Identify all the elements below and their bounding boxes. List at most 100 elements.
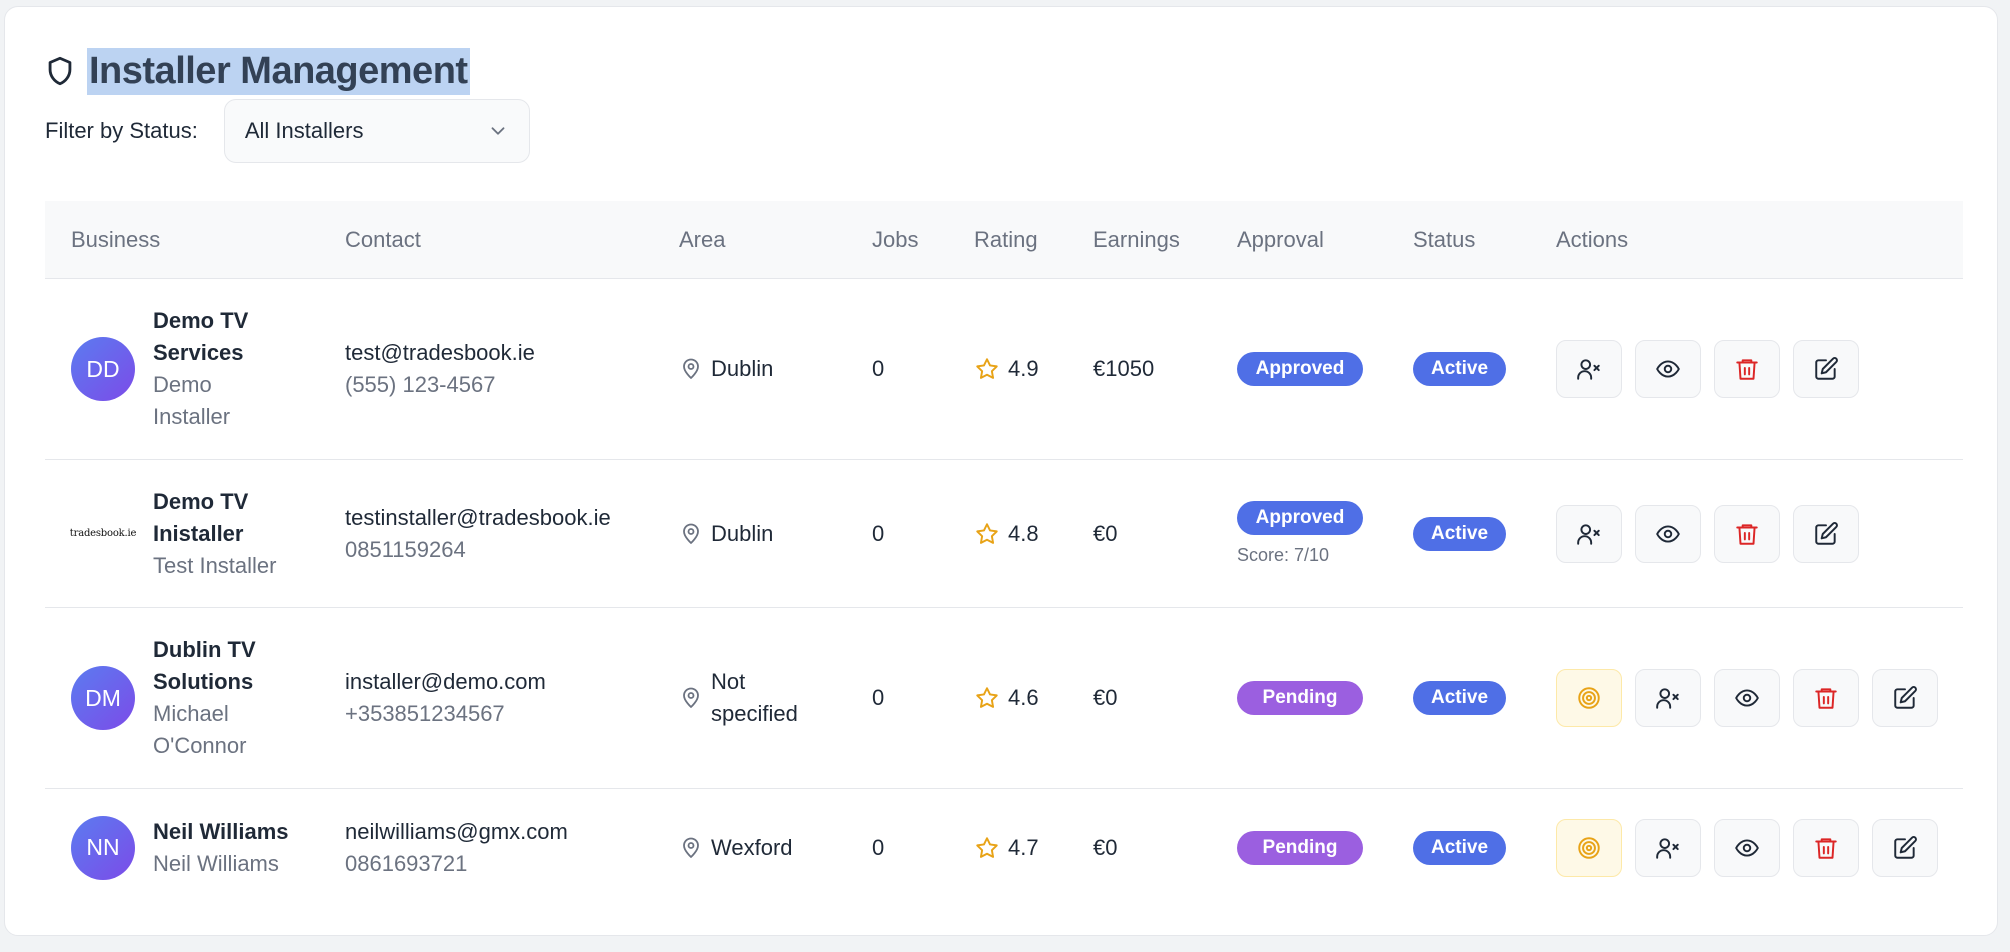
delete-button[interactable]	[1793, 669, 1859, 727]
edit-icon	[1894, 686, 1917, 709]
eye-icon	[1656, 524, 1680, 543]
actions-cell	[1556, 608, 1976, 788]
contact-phone: 0851159264	[345, 536, 466, 562]
approval-cell: Approved Score: 7/10	[1237, 460, 1387, 607]
trash-icon	[1815, 837, 1837, 859]
installer-management-card: Installer Management Filter by Status: A…	[4, 6, 1998, 936]
delete-button[interactable]	[1793, 818, 1859, 877]
approval-badge: Approved	[1237, 352, 1363, 386]
view-button[interactable]	[1635, 340, 1701, 398]
filter-row: Filter by Status: All Installers	[45, 99, 530, 163]
avatar: DM	[71, 666, 135, 730]
user-x-icon	[1656, 837, 1679, 859]
rating-cell: 4.8	[974, 460, 1074, 607]
view-button[interactable]	[1714, 669, 1780, 727]
approval-badge: Approved	[1237, 501, 1363, 535]
col-actions: Actions	[1556, 226, 1629, 252]
edit-button[interactable]	[1793, 340, 1859, 398]
col-area: Area	[679, 226, 726, 252]
status-filter-select[interactable]: All Installers	[223, 99, 530, 163]
map-pin-icon	[683, 523, 699, 544]
jobs-count: 0	[872, 520, 885, 546]
business-name-cont: Services	[153, 340, 244, 365]
user-x-icon	[1656, 688, 1679, 709]
contact-cell: installer@demo.com +353851234567	[345, 608, 665, 788]
status-badge: Active	[1413, 830, 1506, 865]
edit-button[interactable]	[1872, 669, 1938, 727]
view-button[interactable]	[1714, 818, 1780, 877]
area-name: Dublin	[711, 356, 774, 381]
actions-cell	[1556, 460, 1976, 607]
edit-button[interactable]	[1872, 818, 1938, 877]
contact-cell: neilwilliams@gmx.com 0861693721	[345, 789, 665, 906]
score-button[interactable]	[1556, 818, 1622, 877]
deactivate-button[interactable]	[1556, 504, 1622, 563]
rating-value: 4.6	[1008, 685, 1039, 710]
edit-icon	[1815, 521, 1838, 545]
avatar: NN	[71, 815, 135, 880]
eye-icon	[1656, 360, 1680, 378]
col-jobs: Jobs	[872, 226, 919, 252]
area-cell: Dublin	[679, 279, 829, 459]
status-filter-value: All Installers	[244, 118, 364, 143]
contact-email: installer@demo.com	[345, 669, 546, 694]
business-cell: DD Demo TV Services Demo Installer	[71, 279, 321, 459]
contact-phone: 0861693721	[345, 850, 468, 876]
star-icon	[976, 358, 998, 379]
col-status: Status	[1413, 226, 1476, 252]
business-name-cont: Inistaller	[153, 520, 244, 546]
col-earnings: Earnings	[1093, 226, 1180, 252]
avatar: DD	[71, 337, 135, 401]
col-contact: Contact	[345, 226, 421, 252]
delete-button[interactable]	[1714, 504, 1780, 563]
business-name: Demo TV	[153, 308, 249, 333]
area-cell: Wexford	[679, 789, 829, 906]
area-cell: Dublin	[679, 460, 829, 607]
trash-icon	[1736, 523, 1758, 545]
rating-value: 4.7	[1008, 834, 1039, 860]
contact-cell: testinstaller@tradesbook.ie 0851159264	[345, 460, 665, 607]
contact-cell: test@tradesbook.ie (555) 123-4567	[345, 279, 665, 459]
rating-cell: 4.7	[974, 789, 1074, 906]
deactivate-button[interactable]	[1556, 340, 1622, 398]
star-icon	[976, 687, 998, 708]
approval-badge: Pending	[1237, 681, 1363, 715]
contact-phone: +353851234567	[345, 701, 505, 726]
view-button[interactable]	[1635, 504, 1701, 563]
edit-icon	[1894, 835, 1917, 859]
deactivate-button[interactable]	[1635, 818, 1701, 877]
actions-cell	[1556, 279, 1976, 459]
col-business: Business	[71, 226, 161, 252]
approval-badge: Pending	[1237, 830, 1363, 865]
delete-button[interactable]	[1714, 340, 1780, 398]
star-icon	[976, 522, 998, 544]
area-name: Not	[711, 669, 746, 694]
page-title: Installer Management	[87, 47, 470, 95]
target-icon	[1578, 687, 1600, 709]
deactivate-button[interactable]	[1635, 669, 1701, 727]
eye-icon	[1735, 838, 1759, 857]
status-cell: Active	[1413, 789, 1533, 906]
score-button[interactable]	[1556, 669, 1622, 727]
approval-cell: Approved	[1237, 279, 1387, 459]
col-approval: Approval	[1237, 226, 1324, 252]
trash-icon	[1815, 688, 1837, 709]
edit-button[interactable]	[1793, 504, 1859, 563]
earnings-value: €1050	[1093, 356, 1155, 381]
contact-email: neilwilliams@gmx.com	[345, 818, 568, 844]
installers-table: Business Contact Area Jobs Rating Earnin…	[45, 201, 1963, 906]
rating-value: 4.9	[1008, 356, 1039, 381]
filter-label: Filter by Status:	[45, 118, 198, 143]
contact-email: test@tradesbook.ie	[345, 340, 535, 365]
jobs-count: 0	[872, 834, 885, 860]
business-contact-person: Michael	[153, 701, 229, 726]
business-logo: tradesbook.ie	[69, 528, 137, 539]
trash-icon	[1736, 359, 1758, 380]
business-contact-person: Demo	[153, 372, 212, 397]
table-row: DD Demo TV Services Demo Installer test@…	[45, 279, 1963, 460]
table-row: NN Neil Williams Neil Williams neilwilli…	[45, 789, 1963, 906]
business-contact-person: Neil Williams	[153, 850, 279, 876]
earnings-value: €0	[1093, 834, 1118, 860]
status-badge: Active	[1413, 681, 1506, 715]
table-header: Business Contact Area Jobs Rating Earnin…	[45, 201, 1963, 279]
